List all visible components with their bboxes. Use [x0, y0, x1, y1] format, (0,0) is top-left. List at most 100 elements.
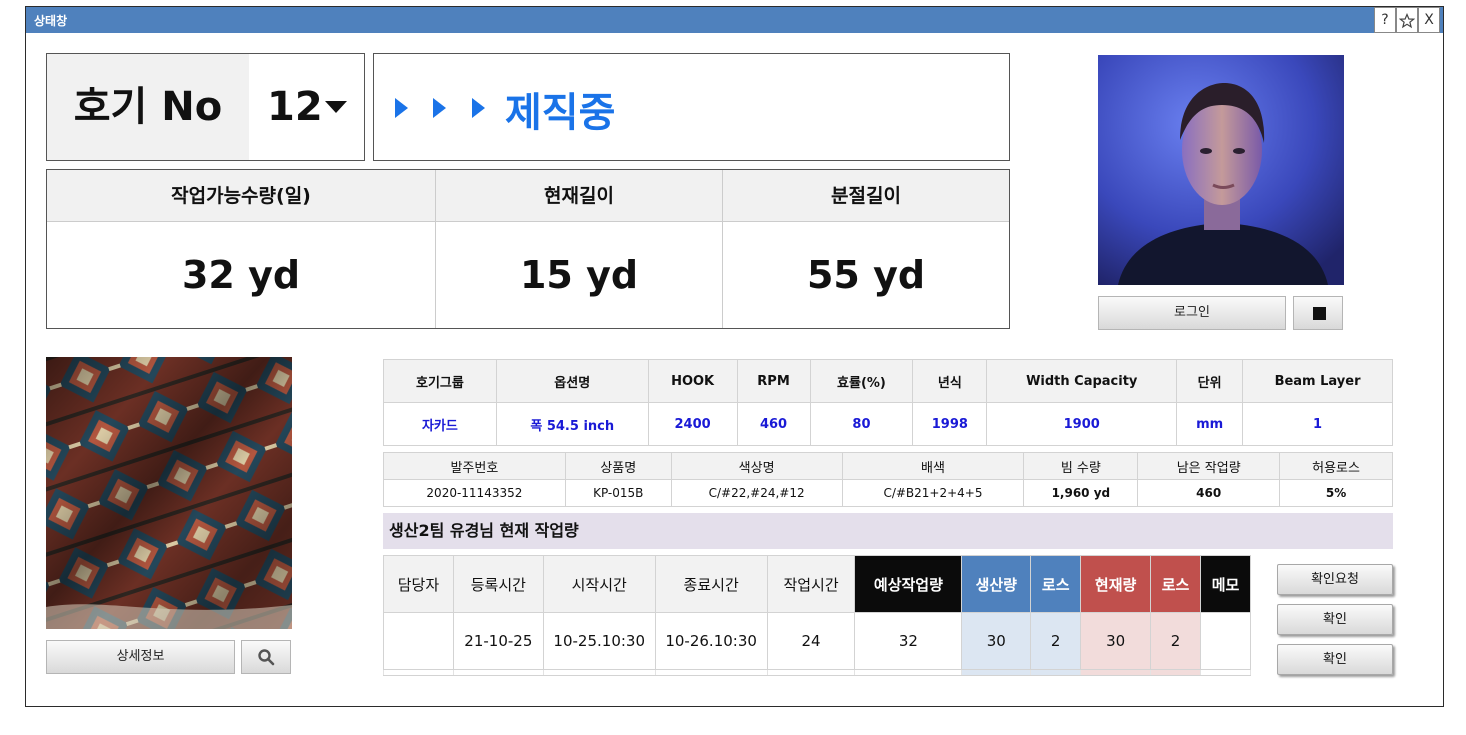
login-button[interactable]: 로그인	[1098, 296, 1286, 330]
table-cell	[383, 612, 454, 670]
caret-down-icon	[325, 101, 347, 113]
table-cell	[542, 669, 656, 676]
stat-segment-length: 분절길이 55 yd	[723, 170, 1009, 328]
stat-value: 15 yd	[519, 253, 639, 297]
triangle-right-icon	[472, 98, 485, 118]
fabric-image	[46, 357, 292, 629]
machine-spec-table: 호기그룹 옵션명 HOOK RPM 효률(%) 년식 Width Capacit…	[383, 359, 1393, 446]
machine-status-panel: 제직중	[373, 53, 1010, 161]
table-cell	[654, 669, 768, 676]
stat-label: 작업가능수량(일)	[47, 170, 435, 222]
triangle-right-icon	[395, 98, 408, 118]
column-header: 종료시간	[654, 555, 768, 613]
column-header: HOOK	[647, 359, 738, 403]
table-cell: 460	[1137, 479, 1281, 507]
table-cell	[383, 669, 454, 676]
table-cell	[452, 669, 544, 676]
table-cell: mm	[1176, 402, 1244, 446]
stat-label: 현재길이	[436, 170, 722, 222]
table-cell: 2400	[647, 402, 738, 446]
stop-button[interactable]	[1293, 296, 1343, 330]
table-cell: 2020-11143352	[383, 479, 566, 507]
column-header: 로스	[1030, 555, 1082, 613]
search-button[interactable]	[241, 640, 291, 674]
table-cell: 1,960 yd	[1023, 479, 1139, 507]
table-cell: C/#B21+2+4+5	[841, 479, 1025, 507]
table-cell: 10-26.10:30	[654, 612, 768, 670]
detail-info-button[interactable]: 상세정보	[46, 640, 235, 674]
table-cell	[854, 669, 963, 676]
operator-portrait-image	[1098, 55, 1344, 285]
column-header: 빔 수량	[1023, 452, 1139, 480]
column-header: 단위	[1176, 359, 1244, 403]
column-header: 담당자	[383, 555, 454, 613]
table-cell	[1030, 669, 1082, 676]
table-header-row: 호기그룹 옵션명 HOOK RPM 효률(%) 년식 Width Capacit…	[383, 359, 1393, 403]
machine-number-value: 12	[267, 84, 323, 130]
table-row	[383, 669, 1251, 676]
table-cell: 30	[961, 612, 1032, 670]
table-cell	[1200, 612, 1251, 670]
column-header: 로스	[1150, 555, 1202, 613]
column-header: 작업시간	[766, 555, 856, 613]
table-cell	[1080, 669, 1152, 676]
machine-number-select[interactable]: 12	[249, 54, 364, 160]
column-header: 발주번호	[383, 452, 566, 480]
star-icon	[1398, 12, 1416, 29]
confirm-button[interactable]: 확인	[1277, 604, 1393, 635]
column-header: 효률(%)	[809, 359, 914, 403]
column-header: 남은 작업량	[1137, 452, 1281, 480]
table-cell	[1150, 669, 1202, 676]
table-cell: 1900	[986, 402, 1178, 446]
table-row: 21-10-25 10-25.10:30 10-26.10:30 24 32 3…	[383, 612, 1251, 670]
favorite-button[interactable]	[1396, 7, 1418, 33]
table-cell: KP-015B	[564, 479, 672, 507]
column-header: Width Capacity	[986, 359, 1178, 403]
fabric-pattern-image	[46, 357, 292, 629]
table-cell: 5%	[1279, 479, 1393, 507]
machine-number-panel: 호기 No 12	[46, 53, 365, 161]
column-header: Beam Layer	[1242, 359, 1393, 403]
help-button[interactable]: ?	[1374, 7, 1396, 33]
table-header-row: 발주번호 상품명 색상명 배색 빔 수량 남은 작업량 허용로스	[383, 452, 1393, 480]
column-header: 생산량	[961, 555, 1032, 613]
column-header: 상품명	[564, 452, 672, 480]
stop-icon	[1313, 307, 1326, 320]
table-row: 2020-11143352 KP-015B C/#22,#24,#12 C/#B…	[383, 479, 1393, 507]
column-header: 옵션명	[495, 359, 649, 403]
column-header: 허용로스	[1279, 452, 1393, 480]
table-cell: 자카드	[383, 402, 497, 446]
table-cell	[961, 669, 1032, 676]
machine-status-text: 제직중	[505, 90, 616, 136]
column-header: 색상명	[670, 452, 843, 480]
table-cell: 2	[1030, 612, 1082, 670]
table-cell: 폭 54.5 inch	[495, 402, 649, 446]
table-cell: 32	[854, 612, 963, 670]
column-header: 년식	[912, 359, 988, 403]
status-window: 상태창 ? X 호기 No 12 제직중 작업가능수량(일) 32 yd 현재길…	[25, 6, 1444, 707]
work-table: 담당자 등록시간 시작시간 종료시간 작업시간 예상작업량 생산량 로스 현재량…	[383, 555, 1251, 676]
table-row: 자카드 폭 54.5 inch 2400 460 80 1998 1900 mm…	[383, 402, 1393, 446]
column-header: 현재량	[1080, 555, 1152, 613]
table-cell: 460	[736, 402, 811, 446]
stat-workable-quantity: 작업가능수량(일) 32 yd	[47, 170, 436, 328]
close-button[interactable]: X	[1418, 7, 1440, 33]
table-cell: 10-25.10:30	[542, 612, 656, 670]
table-cell: 2	[1150, 612, 1202, 670]
stat-value: 32 yd	[181, 253, 301, 297]
request-confirm-button[interactable]: 확인요청	[1277, 564, 1393, 595]
table-cell: 21-10-25	[452, 612, 544, 670]
table-cell: 30	[1080, 612, 1152, 670]
table-cell: 80	[809, 402, 914, 446]
stat-current-length: 현재길이 15 yd	[436, 170, 723, 328]
table-cell	[766, 669, 856, 676]
column-header: 등록시간	[452, 555, 544, 613]
order-info-table: 발주번호 상품명 색상명 배색 빔 수량 남은 작업량 허용로스 2020-11…	[383, 452, 1393, 507]
column-header: 예상작업량	[854, 555, 963, 613]
confirm-button[interactable]: 확인	[1277, 644, 1393, 675]
table-header-row: 담당자 등록시간 시작시간 종료시간 작업시간 예상작업량 생산량 로스 현재량…	[383, 555, 1251, 613]
column-header: 메모	[1200, 555, 1251, 613]
search-icon	[258, 649, 275, 666]
table-cell	[1200, 669, 1251, 676]
column-header: 배색	[841, 452, 1025, 480]
